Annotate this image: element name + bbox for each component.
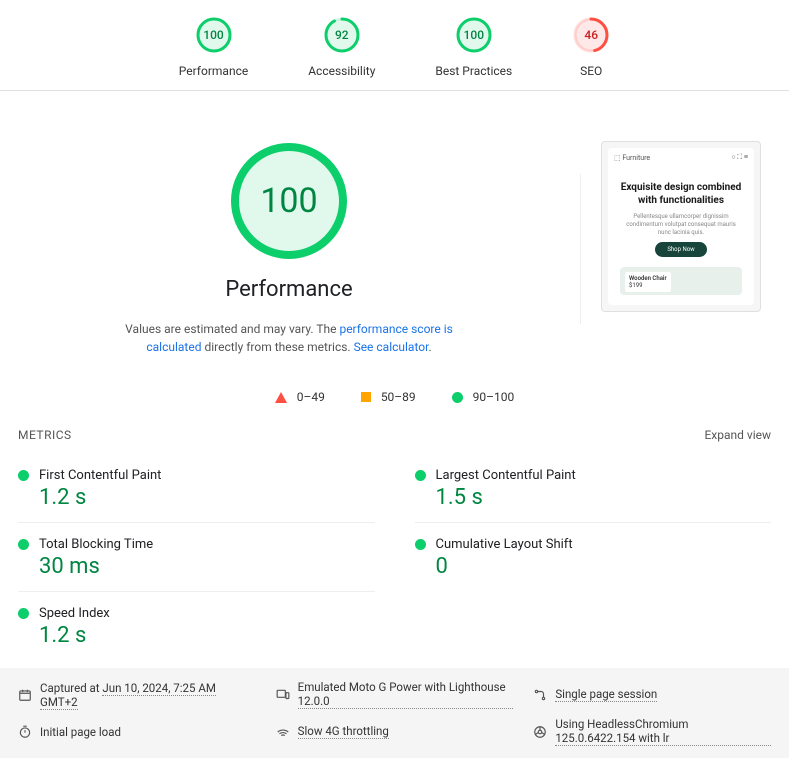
- metric-name: Speed Index: [39, 606, 110, 621]
- metrics-header-row: METRICS Expand view: [0, 420, 789, 450]
- network-icon: [276, 725, 290, 739]
- score-best-practices[interactable]: 100 Best Practices: [435, 16, 512, 78]
- performance-column: 100 Performance Values are estimated and…: [18, 141, 560, 356]
- performance-description: Values are estimated and may vary. The p…: [119, 320, 459, 356]
- preview-card: Wooden Chair $199: [620, 267, 742, 295]
- load-type: Initial page load: [40, 725, 121, 739]
- legend-fail: 0–49: [275, 390, 325, 404]
- score-value: 92: [323, 16, 361, 54]
- phone-mock: ⬚ Furniture ○ ⛶ ≡ Exquisite design combi…: [608, 148, 754, 305]
- score-legend: 0–49 50–89 90–100: [0, 366, 789, 420]
- score-label: Accessibility: [308, 64, 375, 78]
- status-dot-icon: [415, 539, 426, 550]
- metric-name: Cumulative Layout Shift: [436, 537, 573, 552]
- score-value: 46: [572, 16, 610, 54]
- meta-session: Single page session: [533, 680, 771, 709]
- vertical-divider: [580, 174, 581, 324]
- footer-meta: Captured at Jun 10, 2024, 7:25 AM GMT+2 …: [0, 668, 789, 758]
- calendar-icon: [18, 688, 32, 702]
- preview-column: ⬚ Furniture ○ ⛶ ≡ Exquisite design combi…: [601, 141, 771, 312]
- status-dot-icon: [415, 470, 426, 481]
- emulated-device[interactable]: Emulated Moto G Power with Lighthouse 12…: [298, 680, 514, 709]
- preview-sub: Pellentesque ullamcorper dignissim condi…: [620, 213, 742, 236]
- triangle-icon: [275, 392, 287, 403]
- circle-icon: [452, 392, 463, 403]
- score-label: Performance: [179, 64, 248, 78]
- metric-tbt: Total Blocking Time 30 ms: [18, 522, 375, 591]
- metric-cls: Cumulative Layout Shift 0: [415, 522, 772, 591]
- score-label: Best Practices: [435, 64, 512, 78]
- preview-headline: Exquisite design combined with functiona…: [620, 181, 742, 207]
- devices-icon: [276, 688, 290, 702]
- metrics-header: METRICS: [18, 428, 72, 442]
- expand-view-button[interactable]: Expand view: [704, 428, 771, 442]
- score-value: 100: [195, 16, 233, 54]
- status-dot-icon: [18, 608, 29, 619]
- timer-icon: [18, 725, 32, 739]
- status-dot-icon: [18, 470, 29, 481]
- desc-text: Values are estimated and may vary. The: [125, 322, 339, 336]
- summary-scores: 100 Performance 92 Accessibility 100 Bes…: [0, 0, 789, 90]
- meta-throttle: Slow 4G throttling: [276, 717, 514, 746]
- score-seo[interactable]: 46 SEO: [572, 16, 610, 78]
- gauge-small: 46: [572, 16, 610, 54]
- metric-lcp: Largest Contentful Paint 1.5 s: [415, 454, 772, 522]
- metric-name: Largest Contentful Paint: [436, 468, 576, 483]
- metric-value: 1.2 s: [39, 485, 375, 510]
- throttle-type[interactable]: Slow 4G throttling: [298, 724, 389, 739]
- status-dot-icon: [18, 539, 29, 550]
- preview-card-price: $199: [629, 282, 667, 289]
- gauge-small: 100: [455, 16, 493, 54]
- performance-title: Performance: [225, 277, 352, 302]
- preview-cta: Shop Now: [655, 242, 706, 257]
- session-type[interactable]: Single page session: [555, 687, 657, 702]
- link-see-calculator[interactable]: See calculator: [354, 340, 429, 354]
- metric-value: 1.2 s: [39, 623, 375, 648]
- square-icon: [361, 392, 371, 402]
- metric-value: 1.5 s: [436, 485, 772, 510]
- desc-text: directly from these metrics.: [201, 340, 353, 354]
- gauge-small: 100: [195, 16, 233, 54]
- meta-browser: Using HeadlessChromium 125.0.6422.154 wi…: [533, 717, 771, 746]
- score-accessibility[interactable]: 92 Accessibility: [308, 16, 375, 78]
- preview-icons: ○ ⛶ ≡: [731, 153, 748, 162]
- preview-brand: ⬚ Furniture: [614, 154, 650, 162]
- meta-captured: Captured at Jun 10, 2024, 7:25 AM GMT+2: [18, 680, 256, 709]
- metric-name: Total Blocking Time: [39, 537, 153, 552]
- performance-gauge: 100: [229, 141, 349, 261]
- metric-fcp: First Contentful Paint 1.2 s: [18, 454, 375, 522]
- metric-name: First Contentful Paint: [39, 468, 161, 483]
- legend-avg: 50–89: [361, 390, 416, 404]
- meta-load: Initial page load: [18, 717, 256, 746]
- performance-gauge-value: 100: [229, 141, 349, 261]
- metric-value: 30 ms: [39, 554, 375, 579]
- score-value: 100: [455, 16, 493, 54]
- main-section: 100 Performance Values are estimated and…: [0, 91, 789, 366]
- metric-si: Speed Index 1.2 s: [18, 591, 375, 660]
- chrome-icon: [533, 725, 547, 739]
- score-label: SEO: [580, 64, 602, 78]
- flow-icon: [533, 688, 547, 702]
- score-performance[interactable]: 100 Performance: [179, 16, 248, 78]
- page-preview: ⬚ Furniture ○ ⛶ ≡ Exquisite design combi…: [601, 141, 761, 312]
- preview-card-title: Wooden Chair: [629, 275, 667, 282]
- metric-value: 0: [436, 554, 772, 579]
- metrics-grid: First Contentful Paint 1.2 s Largest Con…: [0, 450, 789, 668]
- preview-header: ⬚ Furniture ○ ⛶ ≡: [608, 148, 754, 167]
- gauge-small: 92: [323, 16, 361, 54]
- browser-info[interactable]: Using HeadlessChromium 125.0.6422.154 wi…: [555, 717, 771, 746]
- meta-emulated: Emulated Moto G Power with Lighthouse 12…: [276, 680, 514, 709]
- legend-pass: 90–100: [452, 390, 515, 404]
